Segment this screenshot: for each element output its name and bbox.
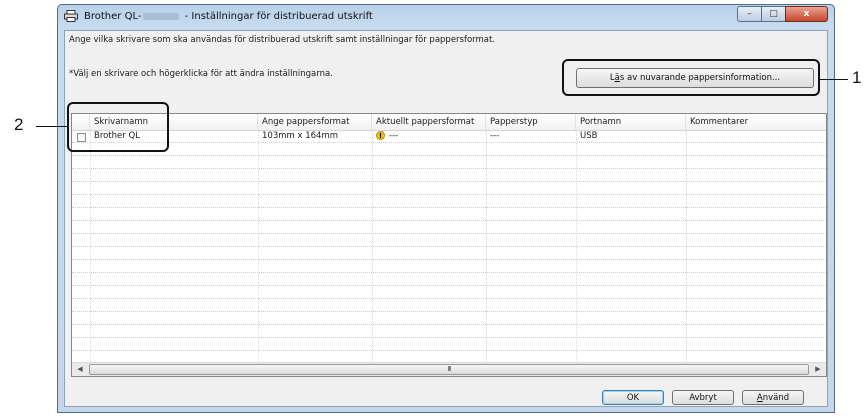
column-header-paper-format[interactable]: Ange pappersformat [258, 114, 372, 130]
table-header: Skrivarnamn Ange pappersformat Aktuellt … [72, 114, 826, 131]
printer-table: Skrivarnamn Ange pappersformat Aktuellt … [71, 113, 827, 377]
description-text: Ange vilka skrivare som ska användas för… [69, 35, 496, 45]
window-title-suffix: - Inställningar för distribuerad utskrif… [181, 11, 373, 22]
column-header-current-format[interactable]: Aktuellt pappersformat [372, 114, 486, 130]
maximize-button[interactable]: □ [761, 6, 786, 22]
empty-table-row [72, 260, 826, 273]
empty-table-row [72, 286, 826, 299]
scroll-right-icon[interactable]: ▶ [810, 363, 826, 376]
warning-icon: ! [376, 131, 385, 140]
minimize-icon: – [747, 9, 752, 19]
empty-table-row [72, 338, 826, 351]
table-row[interactable]: Brother QL 103mm x 164mm ! --- --- USB [72, 130, 826, 143]
callout-1-leader-line [820, 79, 848, 80]
scroll-left-icon[interactable]: ◀ [72, 363, 88, 376]
cell-current-format: ! --- [372, 130, 486, 143]
redacted-model-number [143, 12, 180, 20]
empty-table-row [72, 169, 826, 182]
empty-table-row [72, 156, 826, 169]
title-bar[interactable]: Brother QL- - Inställningar för distribu… [58, 5, 834, 29]
scrollbar-thumb[interactable]: III [89, 364, 809, 375]
callout-1-highlight [562, 59, 820, 96]
cell-comments [686, 130, 826, 143]
hint-text: *Välj en skrivare och högerklicka för at… [69, 69, 333, 79]
callout-2-number: 2 [14, 115, 24, 134]
callout-2-highlight [67, 102, 169, 152]
window-title: Brother QL- - Inställningar för distribu… [84, 11, 373, 22]
callout-2-leader-line [36, 126, 67, 127]
empty-table-row [72, 143, 826, 156]
empty-table-row [72, 312, 826, 325]
callout-1-number: 1 [852, 68, 862, 87]
empty-table-row [72, 182, 826, 195]
maximize-icon: □ [769, 9, 778, 19]
apply-button[interactable]: Använd [742, 390, 804, 405]
empty-table-row [72, 234, 826, 247]
empty-table-row [72, 221, 826, 234]
empty-table-row [72, 247, 826, 260]
cancel-button[interactable]: Avbryt [672, 390, 734, 405]
ok-button[interactable]: OK [602, 390, 664, 405]
column-header-comments[interactable]: Kommentarer [686, 114, 826, 130]
empty-table-row [72, 195, 826, 208]
empty-table-row [72, 208, 826, 221]
window-controls: – □ x [737, 6, 828, 22]
empty-table-row [72, 325, 826, 338]
printer-icon [64, 10, 78, 22]
minimize-button[interactable]: – [737, 6, 762, 22]
window-title-prefix: Brother QL- [84, 11, 142, 22]
empty-table-row [72, 273, 826, 286]
cell-paper-format: 103mm x 164mm [262, 131, 339, 141]
horizontal-scrollbar[interactable]: ◀ III ▶ [72, 362, 826, 376]
empty-table-row [72, 299, 826, 312]
cell-port-name: USB [580, 131, 598, 141]
column-header-port-name[interactable]: Portnamn [576, 114, 686, 130]
close-button[interactable]: x [785, 6, 828, 22]
column-header-paper-type[interactable]: Papperstyp [486, 114, 576, 130]
cell-paper-type: --- [490, 131, 500, 141]
close-icon: x [803, 9, 810, 19]
